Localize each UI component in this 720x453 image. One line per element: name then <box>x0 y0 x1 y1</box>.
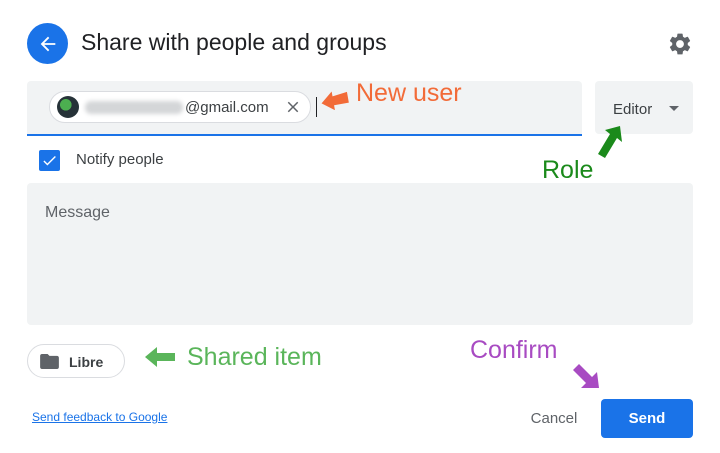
dialog-title: Share with people and groups <box>81 29 387 55</box>
annotation-shared-item: Shared item <box>187 343 322 371</box>
recipient-input[interactable]: @gmail.com <box>27 81 582 136</box>
annotation-confirm: Confirm <box>470 336 558 364</box>
annotation-new-user: New user <box>356 79 462 107</box>
annotation-arrow-confirm-icon <box>573 364 599 388</box>
notify-checkbox[interactable] <box>39 150 60 171</box>
send-feedback-link[interactable]: Send feedback to Google <box>32 410 167 424</box>
arrow-left-icon <box>40 36 55 51</box>
annotation-role: Role <box>542 156 594 184</box>
dropdown-arrow-icon <box>669 106 679 111</box>
recipient-email: @gmail.com <box>185 98 269 116</box>
text-cursor <box>316 97 317 117</box>
message-textarea[interactable]: Message <box>27 183 693 325</box>
notify-label: Notify people <box>76 151 164 168</box>
close-icon[interactable] <box>284 98 302 116</box>
send-button[interactable]: Send <box>601 399 693 438</box>
shared-item-name: Libre <box>69 354 104 370</box>
annotation-arrow-new-user-icon <box>321 91 349 110</box>
gear-icon[interactable] <box>667 31 693 57</box>
avatar <box>57 96 79 118</box>
message-placeholder: Message <box>45 204 110 221</box>
shared-item-chip[interactable]: Libre <box>27 344 125 378</box>
recipient-chip[interactable]: @gmail.com <box>49 91 311 123</box>
annotation-arrow-role-icon <box>598 126 622 158</box>
blurred-username <box>85 100 183 114</box>
annotation-arrow-shared-item-icon <box>145 347 175 367</box>
checkmark-icon <box>43 155 56 166</box>
share-dialog: Share with people and groups @gmail.com … <box>0 0 720 453</box>
role-label: Editor <box>613 101 653 118</box>
cancel-button[interactable]: Cancel <box>520 400 588 436</box>
back-button[interactable] <box>27 23 68 64</box>
folder-icon <box>40 354 59 369</box>
